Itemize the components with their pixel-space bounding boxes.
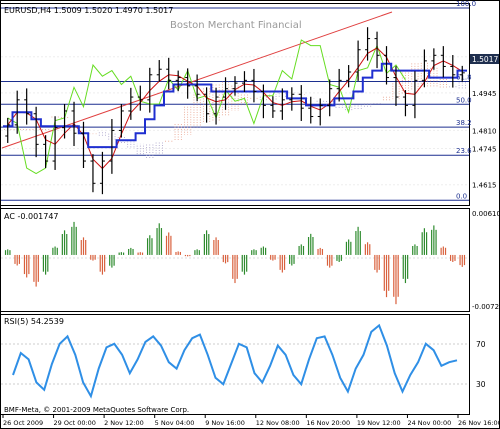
time-tick-label: 29 Oct 00:00 bbox=[54, 419, 96, 427]
ac-min-label: -0.00726 bbox=[472, 303, 500, 311]
time-tick-label: 2 Nov 12:00 bbox=[104, 419, 144, 427]
time-tick-label: 26 Oct 2009 bbox=[3, 419, 43, 427]
rsi-level-30-label: 30 bbox=[476, 380, 486, 389]
price-tick-label: 1.4810 bbox=[472, 127, 497, 135]
fib-level-label: 50.0 bbox=[456, 96, 472, 104]
current-price-label: 1.5017 bbox=[472, 55, 498, 64]
time-tick-label: 24 Nov 00:00 bbox=[407, 419, 451, 427]
rsi-level-70-label: 70 bbox=[476, 340, 486, 349]
fib-level-label: 38.2 bbox=[456, 119, 472, 127]
watermark-text: Boston Merchant Financial bbox=[170, 20, 302, 31]
time-tick-label: 26 Nov 16:00 bbox=[458, 419, 500, 427]
fib-level-label: 100.0 bbox=[456, 0, 476, 8]
time-tick-label: 19 Nov 12:00 bbox=[357, 419, 401, 427]
fib-level-label: 23.6 bbox=[456, 147, 472, 155]
ac-max-label: 0.006107 bbox=[472, 210, 500, 218]
rsi-title: RSI(5) 54.2539 bbox=[4, 317, 64, 326]
trading-terminal-chart[interactable]: 100.061.850.038.223.60.0 EURUSD,H4 1.500… bbox=[0, 0, 500, 429]
time-tick-label: 9 Nov 16:00 bbox=[205, 419, 245, 427]
price-tick-label: 1.4745 bbox=[472, 146, 497, 154]
time-tick-label: 5 Nov 04:00 bbox=[155, 419, 195, 427]
price-tick-label: 1.4945 bbox=[472, 90, 497, 98]
fib-level-label: 0.0 bbox=[456, 192, 467, 200]
symbol-header: EURUSD,H4 1.5009 1.5020 1.4970 1.5017 bbox=[4, 6, 173, 15]
price-tick-label: 1.4615 bbox=[472, 182, 497, 190]
time-tick-label: 16 Nov 20:00 bbox=[306, 419, 350, 427]
copyright-text: BMF-Meta, © 2001-2009 MetaQuotes Softwar… bbox=[4, 406, 189, 414]
time-tick-label: 12 Nov 08:00 bbox=[256, 419, 300, 427]
ac-title: AC -0.001747 bbox=[4, 212, 59, 221]
